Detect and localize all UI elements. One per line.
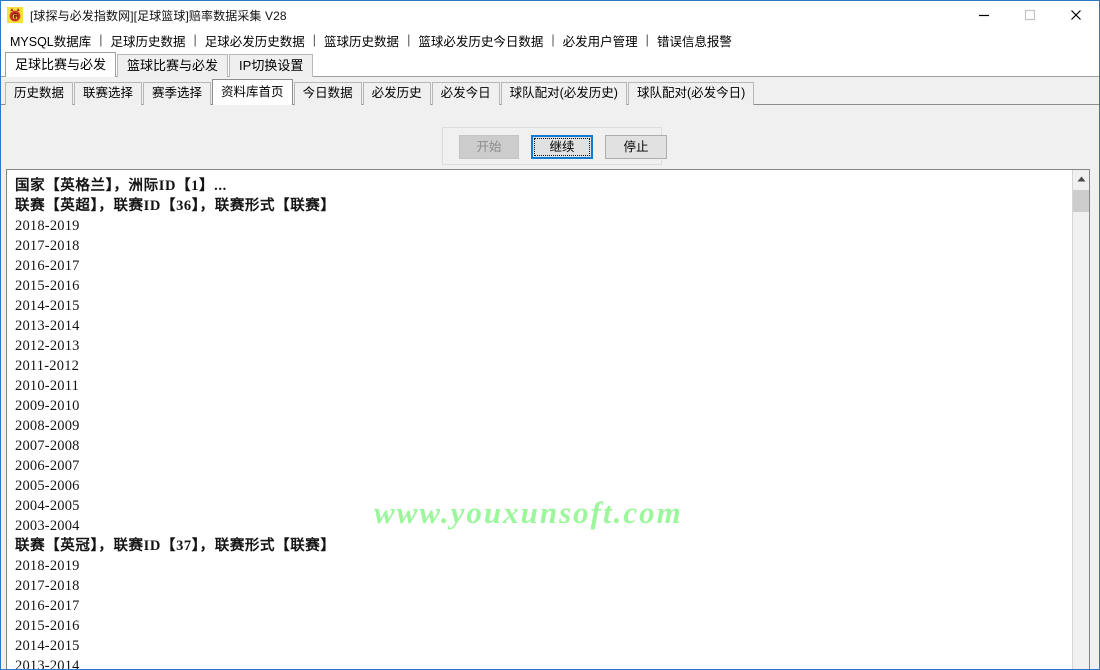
- log-line-season: 2010-2011: [15, 378, 80, 394]
- log-line-season: 2014-2015: [15, 638, 80, 654]
- log-viewport: www.youxunsoft.com 国家【英格兰】，洲际ID【1】... 联赛【…: [7, 170, 1072, 670]
- scroll-up-arrow-icon[interactable]: [1073, 170, 1089, 187]
- menu-bar: MYSQL数据库 | 足球历史数据 | 足球必发历史数据 | 篮球历史数据 | …: [1, 29, 1099, 51]
- stop-button[interactable]: 停止: [605, 135, 667, 159]
- menu-item-basketball-betfair-today[interactable]: 篮球必发历史今日数据: [417, 31, 544, 50]
- tab-today-data[interactable]: 今日数据: [293, 82, 362, 105]
- log-line-season: 2017-2018: [15, 578, 80, 594]
- window-controls: [961, 1, 1099, 29]
- resume-button[interactable]: 继续: [531, 135, 593, 159]
- menu-separator: |: [645, 33, 649, 47]
- log-line-season: 2013-2014: [15, 658, 80, 670]
- svg-text:G: G: [12, 13, 18, 21]
- log-line-season: 2011-2012: [15, 358, 80, 374]
- tab-team-pairing-history[interactable]: 球队配对(必发历史): [500, 82, 627, 105]
- log-line-season: 2008-2009: [15, 418, 80, 434]
- window-title: [球探与必发指数网][足球篮球]赔率数据采集 V28: [30, 8, 287, 23]
- log-line-season: 2009-2010: [15, 398, 80, 414]
- log-line-season: 2018-2019: [15, 218, 80, 234]
- tab-football-match-betfair[interactable]: 足球比赛与必发: [5, 52, 117, 77]
- log-line-season: 2004-2005: [15, 498, 80, 514]
- outer-tab-strip: 足球比赛与必发 篮球比赛与必发 IP切换设置: [1, 51, 1099, 77]
- focus-rectangle: [534, 138, 590, 156]
- tab-betfair-today[interactable]: 必发今日: [431, 82, 500, 105]
- tab-team-pairing-today[interactable]: 球队配对(必发今日): [627, 82, 755, 105]
- tab-database-home[interactable]: 资料库首页: [212, 79, 293, 105]
- menu-item-football-betfair-history[interactable]: 足球必发历史数据: [204, 31, 306, 50]
- menu-separator: |: [551, 33, 555, 47]
- start-button[interactable]: 开始: [459, 135, 519, 159]
- title-bar: G [球探与必发指数网][足球篮球]赔率数据采集 V28: [1, 1, 1099, 29]
- log-line-season: 2012-2013: [15, 338, 80, 354]
- vertical-scroll-thumb[interactable]: [1073, 190, 1089, 212]
- close-button[interactable]: [1053, 1, 1099, 29]
- log-line-season: 2006-2007: [15, 458, 80, 474]
- log-vertical-scrollbar[interactable]: [1072, 170, 1089, 669]
- menu-separator: |: [99, 33, 103, 47]
- inner-tab-strip: 历史数据 联赛选择 赛季选择 资料库首页 今日数据 必发历史 必发今日 球队配对…: [1, 77, 1099, 105]
- log-line-season: 2018-2019: [15, 558, 80, 574]
- tab-season-select[interactable]: 赛季选择: [143, 82, 212, 105]
- tab-ip-switch-settings[interactable]: IP切换设置: [229, 54, 314, 77]
- log-line-season: 2007-2008: [15, 438, 80, 454]
- maximize-button[interactable]: [1007, 1, 1053, 29]
- tab-basketball-match-betfair[interactable]: 篮球比赛与必发: [117, 54, 229, 77]
- tab-page-database-home: 开始 继续 停止 www.youxunsoft.com 国家【英格兰】，洲际ID…: [1, 105, 1099, 670]
- menu-item-betfair-user-management[interactable]: 必发用户管理: [562, 31, 639, 50]
- log-line-season: 2017-2018: [15, 238, 80, 254]
- log-line-header: 国家【英格兰】，洲际ID【1】...: [15, 178, 227, 194]
- log-line-season: 2005-2006: [15, 478, 80, 494]
- menu-item-basketball-history[interactable]: 篮球历史数据: [323, 31, 400, 50]
- log-line-season: 2016-2017: [15, 258, 80, 274]
- app-icon: G: [7, 7, 23, 23]
- log-line-header: 联赛【英冠】，联赛ID【37】，联赛形式【联赛】: [15, 538, 336, 554]
- tab-league-select[interactable]: 联赛选择: [74, 82, 143, 105]
- log-line-season: 2003-2004: [15, 518, 80, 534]
- menu-separator: |: [312, 33, 317, 47]
- log-output-panel[interactable]: www.youxunsoft.com 国家【英格兰】，洲际ID【1】... 联赛【…: [6, 169, 1090, 670]
- menu-item-mysql[interactable]: MYSQL数据库: [9, 31, 92, 50]
- minimize-button[interactable]: [961, 1, 1007, 29]
- log-line-season: 2015-2016: [15, 618, 80, 634]
- menu-separator: |: [193, 33, 197, 47]
- tab-betfair-history[interactable]: 必发历史: [362, 82, 431, 105]
- log-line-header: 联赛【英超】，联赛ID【36】，联赛形式【联赛】: [15, 198, 336, 214]
- action-button-panel: 开始 继续 停止: [442, 127, 667, 165]
- log-line-season: 2013-2014: [15, 318, 80, 334]
- menu-separator: |: [407, 33, 411, 47]
- menu-item-error-alert[interactable]: 错误信息报警: [656, 31, 733, 50]
- log-line-season: 2014-2015: [15, 298, 80, 314]
- application-window: G [球探与必发指数网][足球篮球]赔率数据采集 V28 MYSQL数据库 | …: [0, 0, 1100, 670]
- tab-history-data[interactable]: 历史数据: [5, 82, 74, 105]
- log-line-season: 2016-2017: [15, 598, 80, 614]
- log-line-list: 国家【英格兰】，洲际ID【1】... 联赛【英超】，联赛ID【36】，联赛形式【联…: [7, 170, 1072, 670]
- log-line-season: 2015-2016: [15, 278, 80, 294]
- menu-item-football-history[interactable]: 足球历史数据: [110, 31, 187, 50]
